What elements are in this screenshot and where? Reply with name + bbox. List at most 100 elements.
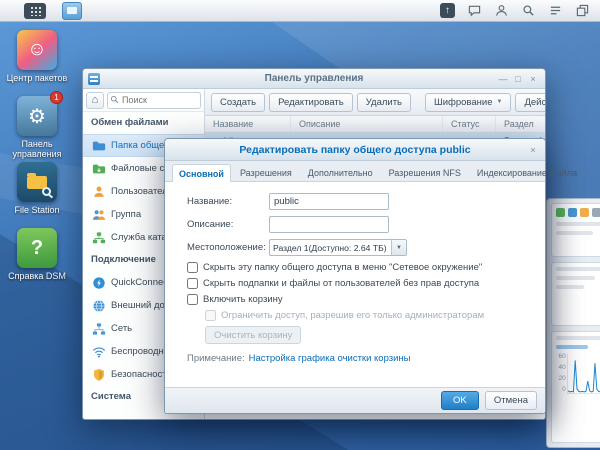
user-icon <box>92 185 106 199</box>
checkbox-label: Скрыть подпапки и файлы от пользователей… <box>203 278 480 289</box>
taskbar: ↑ <box>0 0 600 22</box>
column-header-volume[interactable]: Раздел <box>496 116 545 132</box>
action-dropdown-button[interactable]: Действие▼ <box>515 92 545 112</box>
widget-icons <box>556 208 600 217</box>
sidebar-item-label: Безопасность <box>111 369 172 380</box>
column-header-description[interactable]: Описание <box>291 116 443 132</box>
checkbox-label: Скрыть эту папку общего доступа в меню "… <box>203 262 483 273</box>
field-row-name: Название: <box>187 193 545 210</box>
tick-label: 40 <box>558 364 566 372</box>
tick-label: 20 <box>558 375 566 383</box>
tick-label: 60 <box>558 353 566 360</box>
delete-button[interactable]: Удалить <box>356 92 412 112</box>
status-dot-gray <box>592 208 600 217</box>
widget-card-connections[interactable] <box>551 203 600 257</box>
help-icon: ? <box>17 228 57 268</box>
chevron-down-icon: ▼ <box>496 99 503 105</box>
home-button[interactable]: ⌂ <box>86 91 104 109</box>
name-field[interactable] <box>269 193 389 210</box>
control-panel-window-icon <box>88 72 100 85</box>
hide-in-network-checkbox[interactable] <box>187 262 198 273</box>
widget-card-resource-monitor[interactable]: 60 40 20 0 <box>551 331 600 443</box>
hide-subfolders-checkbox[interactable] <box>187 278 198 289</box>
desktop-icon-dsm-help[interactable]: ? Справка DSM <box>6 228 68 281</box>
cancel-button[interactable]: Отмена <box>484 391 537 410</box>
package-center-icon: ☺ <box>17 30 57 70</box>
pilot-view-icon[interactable] <box>547 3 563 19</box>
tab-file-indexing[interactable]: Индексирование файла <box>470 163 584 181</box>
widget-link-line <box>556 345 589 349</box>
desktop-icon-control-panel[interactable]: ⚙ 1 Панель управления <box>6 91 68 160</box>
widget-card-storage[interactable] <box>551 262 600 326</box>
field-row-location: Местоположение: Раздел 1(Доступно: 2.64 … <box>187 239 545 256</box>
tab-permissions[interactable]: Разрешения <box>233 163 299 181</box>
placeholder-line <box>556 285 584 289</box>
edit-shared-folder-dialog: Редактировать папку общего доступа publi… <box>164 138 577 414</box>
search-input[interactable] <box>107 91 201 109</box>
window-title: Панель управления <box>264 73 364 84</box>
sidebar-search-row: ⌂ <box>83 89 204 112</box>
tick-label: 0 <box>562 386 566 394</box>
app-icon <box>67 7 77 14</box>
enable-recycle-checkbox[interactable] <box>187 294 198 305</box>
sidebar-section-file-sharing: Обмен файлами <box>91 117 169 128</box>
create-button[interactable]: Создать <box>211 92 266 112</box>
open-app-taskbar-icon[interactable] <box>62 1 82 20</box>
desktop-icon-file-station[interactable]: File Station <box>6 162 68 215</box>
gear-icon: ⚙ <box>28 105 46 128</box>
minimize-button[interactable]: — <box>497 74 509 84</box>
tab-nfs-permissions[interactable]: Разрешения NFS <box>382 163 468 181</box>
sidebar-search <box>107 91 201 109</box>
tab-advanced[interactable]: Дополнительно <box>301 163 380 181</box>
wifi-icon <box>92 345 106 359</box>
name-label: Название: <box>187 196 233 207</box>
shared-folder-icon <box>92 139 106 153</box>
sidebar-item-label: Группа <box>111 209 142 220</box>
desktop-icon-package-center[interactable]: ☺ Центр пакетов <box>6 30 68 83</box>
placeholder-line <box>556 276 596 280</box>
notifications-icon[interactable] <box>466 3 482 19</box>
control-panel-titlebar[interactable]: Панель управления — □ × <box>83 69 545 89</box>
upload-indicator-icon[interactable]: ↑ <box>440 3 455 18</box>
description-field[interactable] <box>269 216 389 233</box>
column-header-status[interactable]: Статус <box>443 116 496 132</box>
widgets-icon[interactable] <box>574 3 590 19</box>
user-menu-icon[interactable] <box>493 3 509 19</box>
file-station-icon <box>17 162 57 202</box>
tab-general[interactable]: Основной <box>172 164 231 182</box>
location-label: Местоположение: <box>187 242 266 253</box>
widget-panel: 60 40 20 0 <box>546 198 600 448</box>
chart-plot <box>566 354 600 394</box>
main-menu-button[interactable] <box>24 2 46 19</box>
desktop-icon-label: Центр пакетов <box>6 73 68 83</box>
column-header-name[interactable]: Название <box>205 116 291 132</box>
grid-icon <box>29 5 41 16</box>
encryption-dropdown-button[interactable]: Шифрование ▼ <box>425 92 512 112</box>
checkbox-row-admin-only: Ограничить доступ, разрешив его только а… <box>205 310 545 321</box>
checkbox-row-hide-in-network: Скрыть эту папку общего доступа в меню "… <box>187 262 545 273</box>
search-icon[interactable] <box>520 3 536 19</box>
close-button[interactable]: × <box>527 74 539 84</box>
maximize-button[interactable]: □ <box>512 74 524 84</box>
dialog-footer: OK Отмена <box>165 387 545 413</box>
window-controls: — □ × <box>497 74 545 84</box>
search-icon <box>110 95 119 104</box>
location-select[interactable]: Раздел 1(Доступно: 2.64 ТБ) ▼ <box>269 239 407 256</box>
close-button[interactable]: × <box>527 145 539 155</box>
admin-only-checkbox <box>205 310 216 321</box>
dialog-body: Название: Описание: Местоположение: Разд… <box>165 183 545 387</box>
ok-button[interactable]: OK <box>440 391 479 410</box>
dialog-titlebar[interactable]: Редактировать папку общего доступа publi… <box>165 139 545 161</box>
status-dot-orange <box>580 208 589 217</box>
table-header: Название Описание Статус Раздел <box>205 116 545 133</box>
field-row-description: Описание: <box>187 216 545 233</box>
checkbox-label: Ограничить доступ, разрешив его только а… <box>221 310 485 321</box>
desktop-icon-label: File Station <box>14 205 60 215</box>
edit-button[interactable]: Редактировать <box>269 92 353 112</box>
status-dot-green <box>556 208 565 217</box>
control-panel-icon: ⚙ 1 <box>17 91 63 136</box>
globe-icon <box>92 299 106 313</box>
placeholder-line <box>556 222 600 226</box>
recycle-schedule-link[interactable]: Настройка графика очистки корзины <box>249 353 411 364</box>
desktop-icon-label: Панель управления <box>12 139 62 160</box>
